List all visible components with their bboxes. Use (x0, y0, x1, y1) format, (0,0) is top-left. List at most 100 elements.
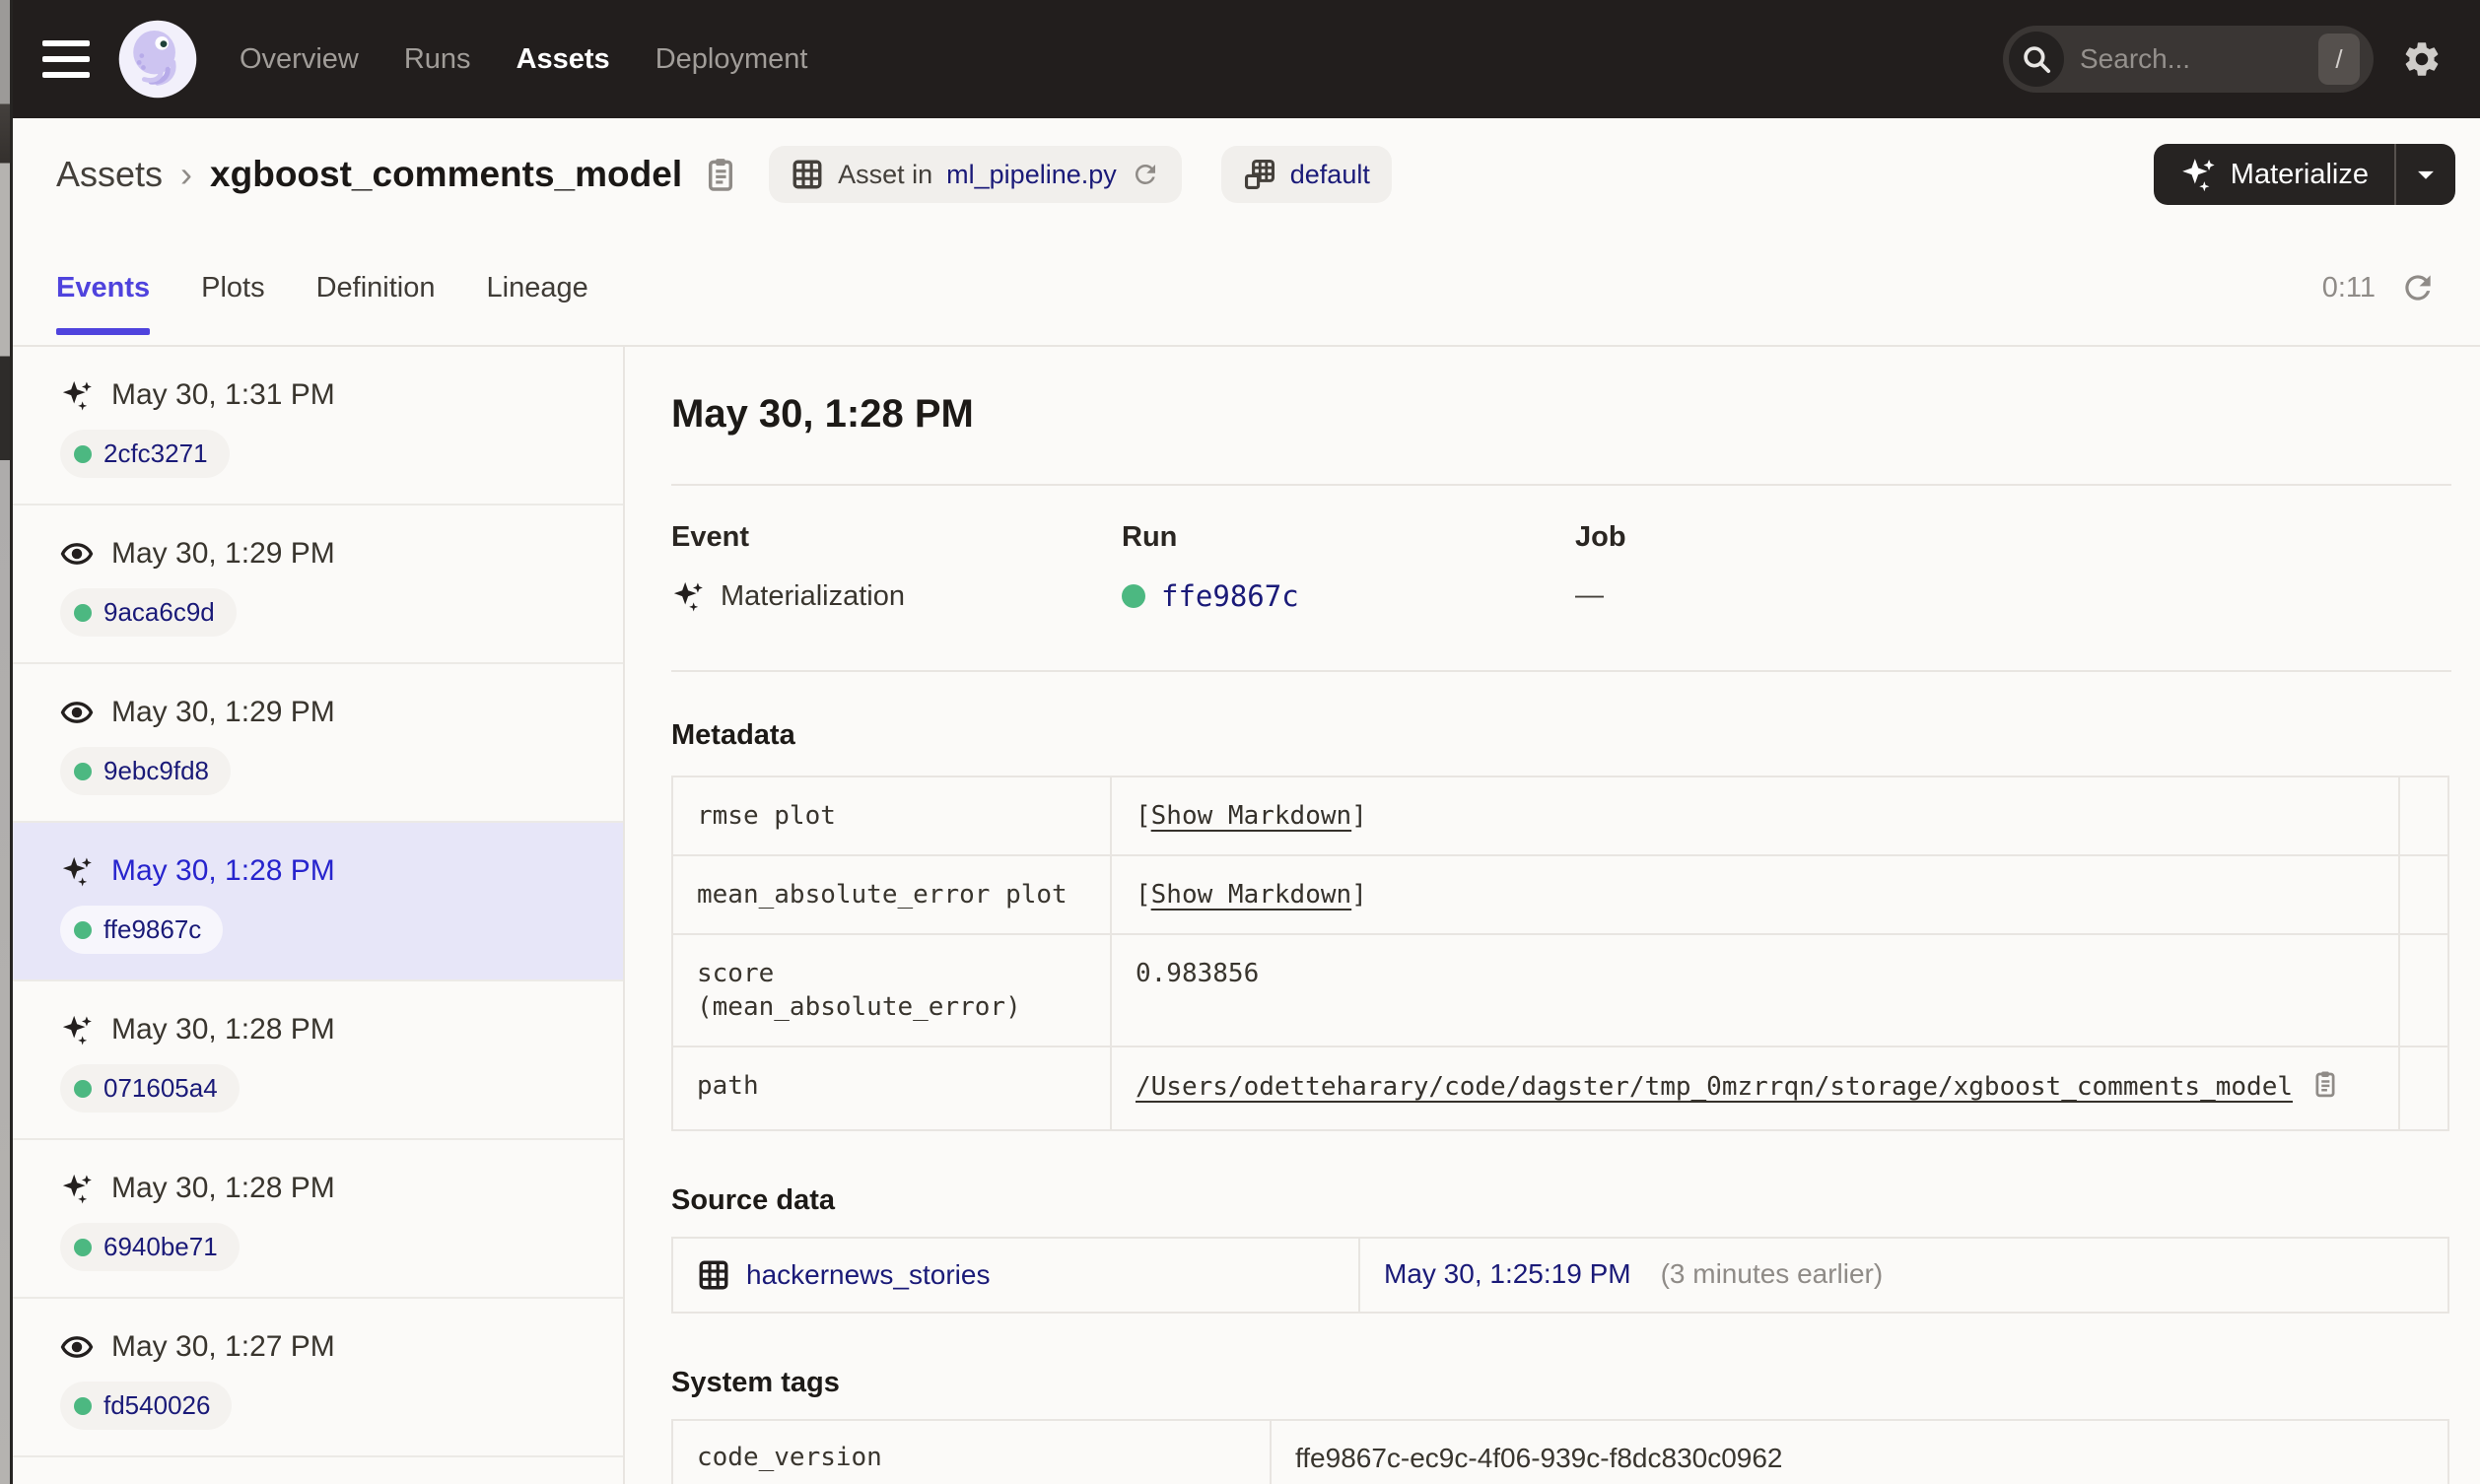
run-status-dot (74, 1079, 92, 1098)
event-list-item-selected[interactable]: May 30, 1:28 PM ffe9867c (13, 823, 623, 981)
event-list-item[interactable]: May 30, 1:28 PM 071605a4 (13, 981, 623, 1140)
event-list-item[interactable]: May 30, 1:28 PM 6940be71 (13, 1140, 623, 1299)
refresh-icon[interactable] (1131, 160, 1160, 189)
observation-eye-icon (60, 1330, 94, 1364)
metadata-value: /Users/odetteharary/code/dagster/tmp_0mz… (1110, 1046, 2400, 1131)
asset-group-icon (1243, 158, 1276, 191)
event-list-item[interactable]: May 30, 1:27 PM fd540026 (13, 1299, 623, 1457)
metadata-key: rmse plot (671, 776, 1112, 856)
divider (671, 670, 2451, 672)
run-id-link: 9aca6c9d (103, 597, 215, 627)
run-id-pill[interactable]: 2cfc3271 (60, 430, 230, 478)
materialization-sparkle-icon (671, 579, 705, 613)
breadcrumb-assets-link[interactable]: Assets (56, 154, 163, 195)
nav-assets[interactable]: Assets (517, 43, 610, 76)
nav-overview[interactable]: Overview (240, 43, 359, 76)
system-tag-value: ffe9867c-ec9c-4f06-939c-f8dc830c0962 (1270, 1419, 2449, 1484)
nav-deployment[interactable]: Deployment (655, 43, 808, 76)
source-data-table: hackernews_stories May 30, 1:25:19 PM (3… (671, 1237, 2449, 1314)
asset-location-file-link[interactable]: ml_pipeline.py (946, 160, 1117, 190)
job-value: — (1575, 579, 1604, 611)
run-status-dot (1122, 584, 1145, 608)
event-timestamp: May 30, 1:28 PM (111, 854, 335, 887)
tab-events[interactable]: Events (56, 231, 151, 345)
show-markdown-link[interactable]: Show Markdown (1151, 880, 1352, 910)
event-detail-title: May 30, 1:28 PM (671, 392, 974, 436)
source-asset-link[interactable]: hackernews_stories (746, 1259, 990, 1291)
run-status-dot (74, 762, 92, 780)
metadata-value: [Show Markdown] (1110, 854, 2400, 935)
asset-location-badge: Asset in ml_pipeline.py (769, 146, 1182, 203)
run-status-dot (74, 920, 92, 939)
global-search[interactable]: / (2003, 26, 2374, 93)
metadata-table: rmse plot [Show Markdown] mean_absolute_… (671, 776, 2449, 1131)
metadata-row: mean_absolute_error plot [Show Markdown] (671, 854, 2449, 935)
run-id-pill[interactable]: 6940be71 (60, 1223, 240, 1271)
gear-icon[interactable] (2401, 38, 2443, 80)
menu-icon[interactable] (42, 40, 90, 78)
caret-down-icon (2407, 156, 2445, 193)
run-id-link[interactable]: ffe9867c (1161, 579, 1299, 613)
clipboard-icon[interactable] (2310, 1076, 2340, 1106)
materialization-sparkle-icon (60, 1013, 94, 1046)
metadata-row: score (mean_absolute_error) 0.983856 (671, 933, 2449, 1047)
event-timestamp: May 30, 1:27 PM (111, 1330, 335, 1363)
asset-grid-icon (791, 158, 824, 191)
run-id-pill[interactable]: ffe9867c (60, 906, 224, 954)
metadata-key: mean_absolute_error plot (671, 854, 1112, 935)
dagster-logo[interactable] (117, 19, 198, 100)
event-timestamp: May 30, 1:29 PM (111, 537, 335, 570)
tab-lineage[interactable]: Lineage (487, 231, 588, 345)
run-id-pill[interactable]: 9ebc9fd8 (60, 747, 231, 795)
search-input[interactable] (2080, 43, 2303, 75)
run-id-pill[interactable]: 071605a4 (60, 1064, 240, 1113)
run-id-link: ffe9867c (103, 914, 202, 944)
show-markdown-link[interactable]: Show Markdown (1151, 801, 1352, 831)
clipboard-icon[interactable] (702, 156, 739, 193)
metadata-value: 0.983856 (1110, 933, 2400, 1047)
event-list-item[interactable]: May 30, 1:29 PM 9ebc9fd8 (13, 664, 623, 823)
background-window-sliver (0, 0, 13, 1484)
asset-group-link[interactable]: default (1290, 160, 1370, 190)
metadata-value: [Show Markdown] (1110, 776, 2400, 856)
observation-eye-icon (60, 696, 94, 729)
materialization-sparkle-icon (60, 378, 94, 412)
source-timestamp-link[interactable]: May 30, 1:25:19 PM (1384, 1258, 1631, 1290)
event-list-sidebar: May 30, 1:31 PM 2cfc3271 May 30, 1:29 PM… (13, 347, 625, 1484)
metadata-row: path /Users/odetteharary/code/dagster/tm… (671, 1046, 2449, 1131)
event-timestamp: May 30, 1:29 PM (111, 696, 335, 728)
event-label: Event (671, 521, 749, 553)
run-id-link: fd540026 (103, 1390, 211, 1420)
run-label: Run (1122, 521, 1178, 553)
materialize-dropdown-button[interactable] (2396, 144, 2455, 205)
event-type-value: Materialization (721, 579, 905, 612)
run-id-pill[interactable]: fd540026 (60, 1382, 233, 1430)
run-id-pill[interactable]: 9aca6c9d (60, 588, 237, 637)
metadata-heading: Metadata (671, 719, 795, 751)
system-tag-key: code_version (671, 1419, 1272, 1484)
metadata-row: rmse plot [Show Markdown] (671, 776, 2449, 856)
metadata-key: path (671, 1046, 1112, 1131)
nav-runs[interactable]: Runs (404, 43, 471, 76)
materialize-button[interactable]: Materialize (2154, 144, 2394, 205)
metadata-gutter-cell (2398, 1046, 2449, 1131)
tab-plots[interactable]: Plots (201, 231, 264, 345)
tab-definition[interactable]: Definition (316, 231, 436, 345)
breadcrumb-row: Assets › xgboost_comments_model Asset in… (13, 118, 2480, 231)
run-id-link: 2cfc3271 (103, 438, 208, 468)
materialize-split-button: Materialize (2153, 144, 2455, 205)
run-status-dot (74, 1238, 92, 1256)
system-tags-table: code_version ffe9867c-ec9c-4f06-939c-f8d… (671, 1419, 2449, 1484)
materialize-label: Materialize (2230, 158, 2369, 190)
source-data-heading: Source data (671, 1184, 835, 1216)
divider (671, 484, 2451, 486)
event-timestamp: May 30, 1:31 PM (111, 378, 335, 411)
refresh-icon[interactable] (2399, 269, 2437, 306)
metadata-key: score (mean_absolute_error) (671, 933, 1112, 1047)
metadata-gutter-cell (2398, 776, 2449, 856)
event-list-item[interactable]: May 30, 1:31 PM 2cfc3271 (13, 347, 623, 506)
event-list-item[interactable]: May 30, 1:29 PM 9aca6c9d (13, 506, 623, 664)
path-link[interactable]: /Users/odetteharary/code/dagster/tmp_0mz… (1136, 1072, 2293, 1102)
materialization-sparkle-icon (60, 854, 94, 888)
breadcrumb-separator: › (180, 154, 193, 194)
